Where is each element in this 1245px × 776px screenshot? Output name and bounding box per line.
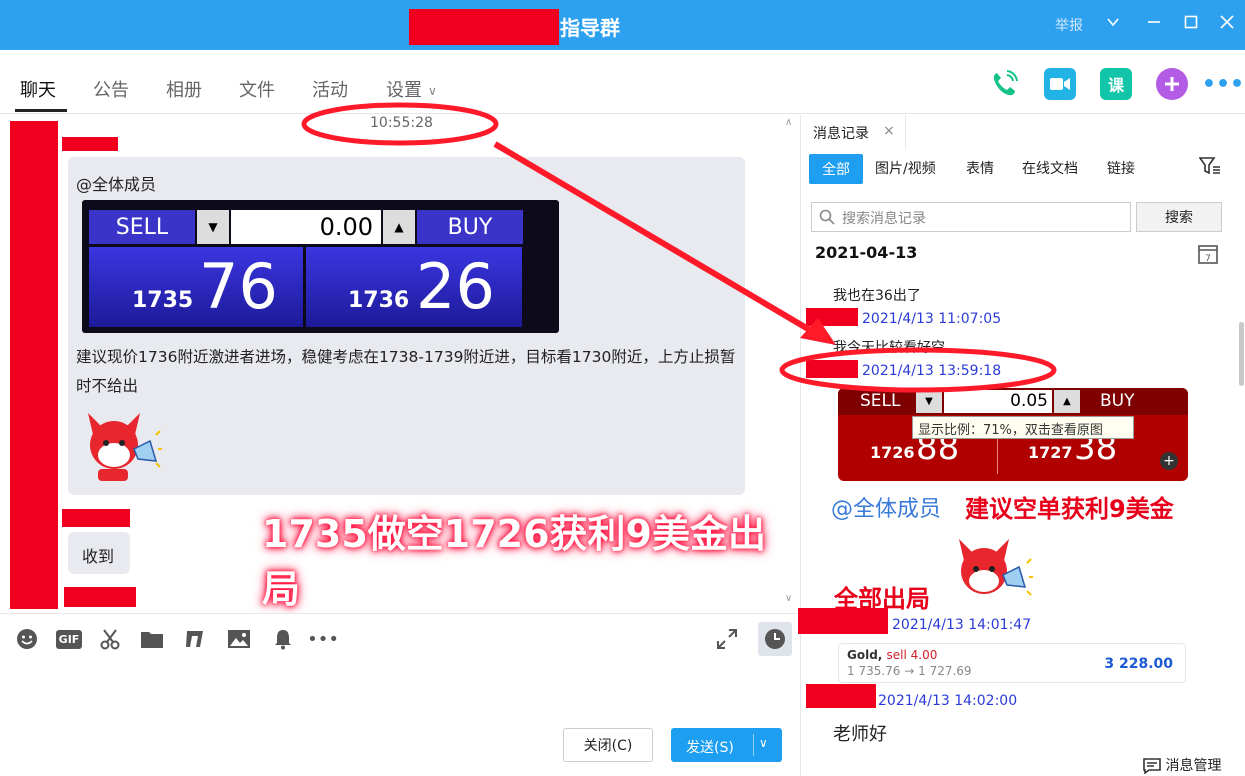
annotation-overlay xyxy=(301,102,1057,393)
app-window: 指导群 举报 聊天 公告 相册 文件 活动 设置 ∨ 课 ••• 10:55:2… xyxy=(0,0,1245,776)
annotation-circle xyxy=(301,102,499,146)
annotation-circle xyxy=(779,347,1057,393)
annotation-arrowhead xyxy=(800,318,836,345)
annotation-arrow xyxy=(493,141,822,339)
